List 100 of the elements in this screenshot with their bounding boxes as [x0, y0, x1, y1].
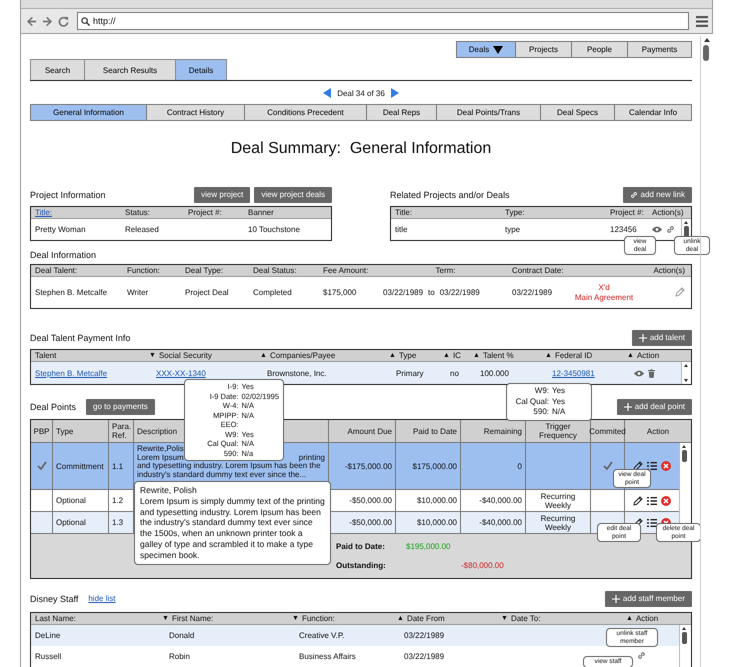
scrollbar[interactable]: [681, 362, 691, 384]
column-header: Action: [636, 351, 660, 360]
column-header: Function:: [302, 614, 335, 623]
description-text: printing: [298, 454, 325, 462]
pencil-icon[interactable]: [633, 496, 643, 506]
column-header: Status:: [124, 208, 151, 217]
ssn-link[interactable]: XXX-XX-1340: [146, 368, 257, 378]
section-tab[interactable]: General Information: [30, 104, 147, 121]
column-header: Deal Talent:: [34, 266, 78, 275]
section-heading: Disney Staff: [30, 594, 78, 604]
total-value: -$80,000.00: [461, 561, 504, 570]
column-header: Fee Amount:: [322, 266, 370, 275]
hide-list-link[interactable]: hide list: [88, 594, 116, 603]
description-text: Lorem Ipsum: [137, 454, 184, 462]
list-icon[interactable]: [647, 461, 657, 471]
back-icon[interactable]: [26, 16, 37, 26]
nav-tab[interactable]: People: [572, 41, 628, 58]
column-header: Paid to Date: [412, 426, 457, 436]
trash-icon[interactable]: [648, 368, 655, 378]
tab[interactable]: Details: [175, 59, 227, 80]
payments-button[interactable]: go to payments: [86, 398, 155, 414]
reload-icon[interactable]: [58, 16, 69, 26]
section-tab[interactable]: Contract History: [147, 104, 245, 121]
section-tab[interactable]: Conditions Precedent: [245, 104, 367, 121]
table-cell-text: Writer: [126, 288, 150, 297]
nav-tab[interactable]: Projects: [516, 41, 572, 58]
add-talent-button[interactable]: add talent: [632, 330, 692, 346]
delete-icon[interactable]: [661, 461, 671, 471]
table-cell: Optional: [56, 518, 86, 527]
table-cell-text: Robin: [168, 652, 191, 661]
add-staff-button[interactable]: add staff member: [604, 590, 692, 606]
total-label: Paid to Date:: [336, 542, 386, 551]
table-cell-text: 100.000: [479, 368, 510, 378]
table-cell: 1.1: [112, 462, 124, 470]
table-cell-text: 03/22/1989: [403, 631, 446, 640]
next-icon[interactable]: [390, 88, 399, 98]
column-header: Type: [398, 351, 416, 360]
table-cell: 03/22/1989: [440, 288, 480, 297]
table-cell-text: type: [504, 224, 522, 234]
pencil-icon[interactable]: [633, 461, 643, 471]
tab[interactable]: Search Results: [84, 59, 176, 80]
eye-icon[interactable]: [652, 226, 662, 232]
table-cell: -$175,000.00: [344, 462, 392, 470]
search-icon: [81, 16, 90, 26]
forward-icon[interactable]: [42, 16, 53, 26]
link-icon[interactable]: [666, 224, 675, 234]
table-cell: 1.2: [112, 496, 124, 505]
section-tab[interactable]: Deal Reps: [367, 104, 437, 121]
table-cell-text: Project Deal: [184, 288, 230, 297]
list-icon[interactable]: [647, 518, 657, 528]
column-link[interactable]: Title:: [31, 208, 121, 217]
table-cell-text: DeLine: [34, 631, 62, 640]
tab[interactable]: Search: [30, 59, 85, 80]
column-header: Project #:: [609, 208, 645, 217]
action-button[interactable]: view project: [194, 186, 250, 202]
column-header: Term:: [434, 266, 456, 275]
table-cell-text: Recurring Weekly: [540, 492, 576, 510]
status-note: X'd: [598, 282, 610, 292]
section-heading: Project Information: [30, 190, 106, 200]
table-cell-text: Primary: [395, 368, 425, 378]
table-cell-text: 03/22/1989: [403, 652, 446, 661]
eye-icon[interactable]: [634, 370, 644, 376]
table-cell: -$40,000.00: [479, 496, 522, 505]
address-field[interactable]: http://: [77, 12, 689, 30]
nav-tab[interactable]: Payments: [628, 41, 692, 58]
section-tab[interactable]: Deal Specs: [541, 104, 615, 121]
add-deal-point-button[interactable]: add deal point: [616, 398, 692, 414]
delete-icon[interactable]: [661, 496, 671, 506]
section-heading: Related Projects and/or Deals: [390, 190, 510, 200]
section-heading: Deal Talent Payment Info: [30, 332, 130, 342]
table-cell: $10,000.00: [416, 496, 457, 505]
column-header: Project #:: [187, 208, 223, 217]
table-cell: Committment: [56, 462, 104, 470]
action-button[interactable]: view project deals: [254, 186, 332, 202]
column-header: Remaining: [484, 426, 522, 436]
description-tooltip: Rewrite, Polish Lorem Ipsum is simply dummy text of the printing and typesetting industry. Lorem Ipsum has been the industry's standard dummy text ever since the 1500s, when an unknown printer took a galley of type and scrambled it to make a type specimen book.: [134, 481, 331, 565]
status-note: Main Agreement: [574, 292, 634, 302]
table-cell: 0: [518, 462, 522, 470]
column-header: Para. Ref.: [112, 422, 132, 440]
add-link-button[interactable]: add new link: [622, 186, 692, 202]
table-cell: -$50,000.00: [349, 518, 392, 527]
section-tab[interactable]: Deal Points/Trans: [437, 104, 541, 121]
menu-icon[interactable]: [696, 16, 708, 26]
previous-icon[interactable]: [323, 88, 332, 98]
column-header: Talent %: [482, 351, 514, 360]
link-icon[interactable]: [637, 651, 646, 660]
scrollbar[interactable]: [700, 36, 712, 667]
section-tab[interactable]: Calendar Info: [615, 104, 692, 121]
nav-tab[interactable]: Deals: [456, 41, 516, 58]
list-icon[interactable]: [647, 496, 657, 506]
federal-id-link[interactable]: 12-3450981: [542, 368, 624, 378]
talent-link[interactable]: Stephen B. Metcalfe: [31, 368, 146, 378]
column-header: Date To:: [510, 614, 541, 623]
table-cell: $175,000.00: [412, 462, 457, 470]
column-header: Commited: [589, 426, 626, 436]
column-header: First Name:: [172, 614, 214, 623]
column-header: Action(s): [651, 208, 685, 217]
table-cell: $10,000.00: [416, 518, 457, 527]
column-header: Action: [636, 614, 658, 623]
check-icon: [36, 461, 46, 471]
